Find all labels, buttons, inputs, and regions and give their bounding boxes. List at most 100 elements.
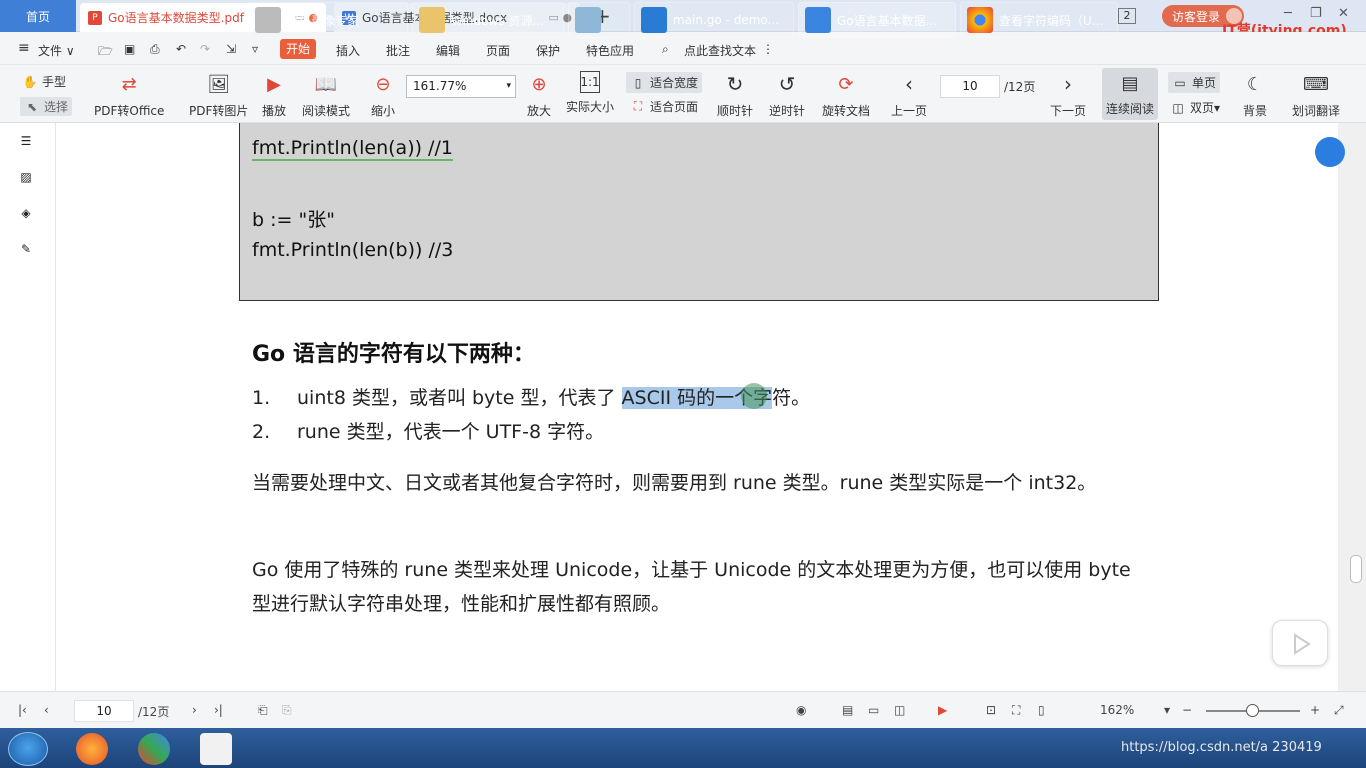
zoom-out-icon[interactable]: − [1182,703,1192,717]
outline-icon[interactable]: ☰ [16,131,36,151]
hand-tool-button[interactable]: ✋ 手型 [22,73,67,90]
play-button[interactable]: ▶ 播放 [261,71,287,119]
more-options-icon[interactable]: ⋮ [762,42,774,56]
continuous-view-icon[interactable]: ▤ [842,703,853,717]
menu-features[interactable]: 特色应用 [586,42,634,59]
translate-button[interactable]: ⌨ 划词翻译 [1292,71,1340,119]
menu-file[interactable]: 文件 ∨ [38,42,75,59]
read-mode-button[interactable]: 📖 阅读模式 [302,71,350,119]
menu-protect[interactable]: 保护 [536,42,560,59]
prev-page-button[interactable]: ‹ 上一页 [891,71,927,119]
continuous-read-button[interactable]: ▤ 连续阅读 [1102,68,1159,120]
redo-icon[interactable]: ↷ [200,42,210,56]
tab-pdf-label: Go语言基本数据类型.pdf [108,11,244,25]
fit-page-button[interactable]: ⛶ 适合页面 [630,98,698,115]
save-icon[interactable]: ▣ [124,42,135,56]
zoom-select[interactable]: 161.77% ▾ [406,75,516,98]
pdf-to-image-button[interactable]: 🖼 PDF转图片 [189,71,248,119]
minimize-icon[interactable]: ─ [1284,6,1292,21]
page-total-label: /12页 [1004,80,1036,94]
prev-page-icon[interactable]: ‹ [44,703,49,717]
hand-icon: ✋ [22,74,38,89]
menu-page[interactable]: 页面 [486,42,510,59]
vertical-scrollbar-thumb[interactable] [1350,555,1362,583]
section-heading: Go 语言的字符有以下两种： [252,342,535,367]
background-button[interactable]: ☾ 背景 [1242,71,1268,119]
annotation-icon[interactable]: ✎ [16,239,36,259]
app-icon[interactable] [138,733,170,765]
hamburger-icon[interactable]: ≡ [18,40,30,56]
taskbar-item-wps[interactable]: Go语言基本数据... [798,2,956,38]
play-icon[interactable]: ▶ [938,703,947,717]
menu-insert[interactable]: 插入 [336,42,360,59]
zoom-in-icon[interactable]: + [1310,703,1320,717]
bookmark-icon[interactable]: ◈ [16,203,36,223]
eye-icon[interactable]: ◉ [796,703,806,717]
visitor-login-label: 访客登录 [1172,9,1221,24]
floating-tool-icon[interactable] [1315,137,1345,167]
book-icon: 📖 [314,73,338,95]
firefox-icon[interactable] [76,733,108,765]
search-text-button[interactable]: 点此查找文本 [684,42,756,59]
first-page-icon[interactable]: |‹ [18,703,27,717]
list-number: 1. [252,387,271,409]
rotate-cw-button[interactable]: ↻ 顺时针 [717,71,753,119]
search-icon[interactable]: ⌕ [662,42,669,57]
ribbon-toolbar: ✋ 手型 ⬉ 选择 ⇄ PDF转Office 🖼 PDF转图片 ▶ 播放 📖 阅读模式 ⊖ 缩… [0,65,1366,123]
open-icon[interactable]: 🗁 [98,42,113,63]
taskbar-item-recorder[interactable]: 屏幕录像专家 [248,2,408,38]
list-item: 1. uint8 类型，或者叫 byte 型，代表了 ASCII 码的一个字符。 [252,383,810,410]
more-dropdown-icon[interactable]: ▿ [252,42,258,56]
play-icon: ▶ [267,73,281,95]
print-icon[interactable]: ⎙ [150,42,160,57]
tab-home[interactable]: 首页 [0,0,76,32]
taskbar-item-app[interactable] [568,2,630,38]
forward-icon[interactable]: ⎘ [282,703,292,718]
last-page-icon[interactable]: ›| [214,703,223,717]
pdf-to-office-button[interactable]: ⇄ PDF转Office [94,71,164,119]
floating-play-icon[interactable] [1272,620,1328,666]
taskbar-item-chrome[interactable]: 查看字符编码（U... [960,2,1118,38]
double-view-icon[interactable]: ◫ [894,703,905,717]
thumbnail-icon[interactable]: ▨ [16,167,36,187]
zoom-level[interactable]: 162% [1100,703,1134,717]
continuous-icon: ▤ [1121,72,1139,94]
undo-icon[interactable]: ↶ [176,42,186,56]
list-text-tail: 符。 [772,387,811,409]
select-tool-button[interactable]: ⬉ 选择 [20,97,73,116]
restore-icon[interactable]: ❐ [1310,6,1322,21]
taskbar-item-vscode[interactable]: main.go - demo... [634,2,794,38]
back-icon[interactable]: ⎗ [258,703,268,718]
pdf-file-icon: P [88,10,102,25]
window-count-badge[interactable]: 2 [1118,8,1136,24]
double-page-button[interactable]: ◫ 双页 ▾ [1170,99,1220,116]
close-icon[interactable]: ✕ [1338,6,1349,21]
rotate-ccw-button[interactable]: ↺ 逆时针 [769,71,805,119]
fit-width-button[interactable]: ▯ 适合宽度 [626,72,703,93]
fit-width-icon[interactable]: ▯ [1038,703,1045,717]
page-number-input[interactable]: 10 [940,75,1000,98]
zoom-in-button[interactable]: ⊕ 放大 [526,71,552,119]
single-page-button[interactable]: ▭ 单页 [1168,72,1221,93]
export-icon[interactable]: ⇲ [226,42,236,56]
next-page-icon[interactable]: › [192,703,197,717]
actual-size-button[interactable]: 1:1 实际大小 [566,71,614,115]
zoom-dropdown-icon[interactable]: ▾ [1164,703,1170,717]
taskbar-item-explorer[interactable]: Windows 资源... [412,2,564,38]
actual-size-icon[interactable]: ⊡ [986,703,996,717]
menu-annotate[interactable]: 批注 [386,42,410,59]
menu-start[interactable]: 开始 [280,39,316,59]
fullscreen-icon[interactable]: ⤢ [1334,703,1344,718]
single-view-icon[interactable]: ▭ [868,703,879,717]
menu-edit[interactable]: 编辑 [436,42,460,59]
zoom-slider-knob[interactable] [1246,704,1259,717]
rotate-doc-button[interactable]: ⟳ 旋转文档 [822,71,870,119]
app-icon[interactable] [200,733,232,765]
zoom-out-button[interactable]: ⊖ 缩小 [370,71,396,119]
list-item: 2. rune 类型，代表一个 UTF-8 字符。 [252,417,604,444]
rotate-doc-icon: ⟳ [838,73,854,95]
next-page-button[interactable]: › 下一页 [1050,71,1086,119]
status-page-input[interactable]: 10 [74,700,134,722]
start-button[interactable] [8,732,48,766]
fit-page-icon[interactable]: ⛶ [1012,703,1020,718]
